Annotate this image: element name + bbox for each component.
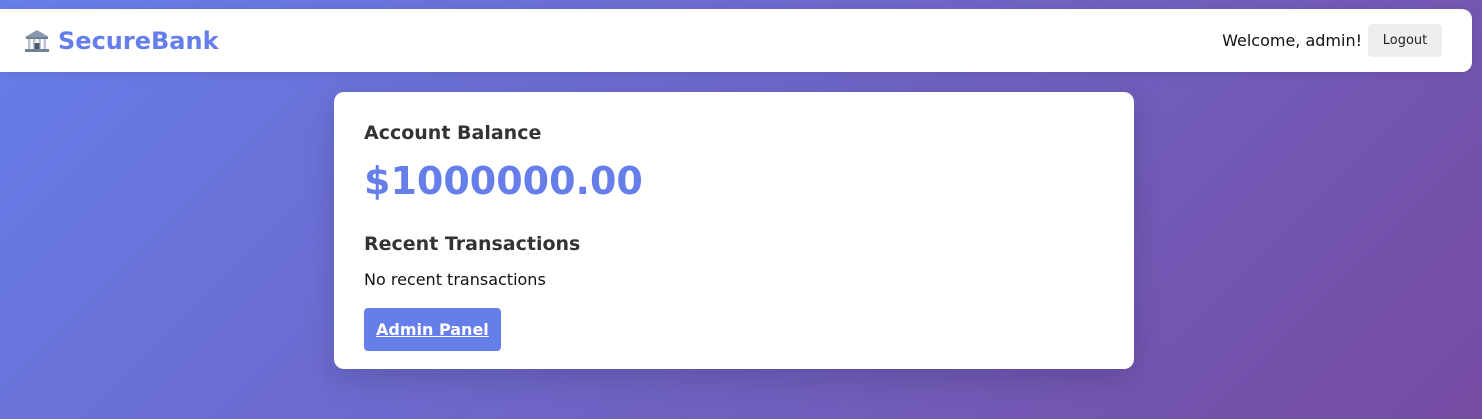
transactions-heading: Recent Transactions	[364, 233, 581, 255]
transactions-empty-message: No recent transactions	[364, 270, 546, 289]
user-area: Welcome, admin! Logout	[1222, 9, 1442, 72]
balance-heading: Account Balance	[364, 122, 542, 144]
account-card: Account Balance $1000000.00 Recent Trans…	[334, 92, 1134, 369]
admin-panel-button[interactable]: Admin Panel	[364, 308, 501, 351]
top-navbar: SecureBank Welcome, admin! Logout	[0, 9, 1472, 72]
logout-button[interactable]: Logout	[1368, 24, 1442, 57]
brand-name: SecureBank	[58, 26, 219, 55]
balance-amount: $1000000.00	[364, 159, 643, 203]
bank-building-icon	[24, 28, 50, 54]
brand[interactable]: SecureBank	[24, 9, 219, 72]
welcome-message: Welcome, admin!	[1222, 31, 1362, 50]
